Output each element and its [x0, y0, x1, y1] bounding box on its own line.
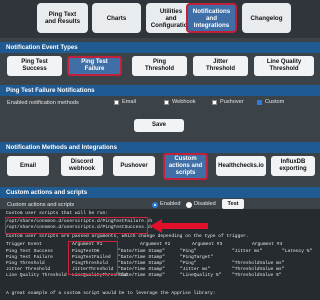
- args-note: Custom user scripts are passed arguments…: [6, 234, 249, 239]
- table-row: "Date/Time Stamp": [118, 255, 165, 260]
- annotation-arrow-icon: [150, 219, 208, 233]
- table-row: "LineQuality %": [180, 273, 222, 278]
- event-failure-button[interactable]: Ping Test Failure: [67, 56, 122, 76]
- save-button[interactable]: Save: [134, 119, 184, 132]
- email-checkbox-label: Email: [122, 99, 136, 105]
- table-row: Ping Threshold: [6, 261, 45, 266]
- custom-checkbox[interactable]: [257, 100, 262, 105]
- annotation-box-arguments: [68, 241, 118, 275]
- tab-ping-text-results[interactable]: Ping Text and Results: [37, 3, 88, 33]
- table-row: Jitter Threshold: [6, 267, 51, 272]
- tab-charts[interactable]: Charts: [92, 3, 141, 33]
- webhook-checkbox-label: Webhook: [172, 99, 196, 105]
- event-success-button[interactable]: Ping Test Success: [7, 56, 62, 76]
- test-button[interactable]: Test: [222, 199, 244, 209]
- enabled-radio-label: Enabled: [160, 201, 181, 207]
- scripts-intro: Custom user scripts that will be run:: [6, 211, 108, 216]
- table-row: "Jitter ms": [180, 267, 211, 272]
- table-row: "Ping": [180, 261, 197, 266]
- method-pushover-button[interactable]: Pushover: [113, 156, 155, 176]
- table-row: Ping Test Success: [6, 249, 53, 254]
- table-row: Line Quality Threshold: [6, 273, 67, 278]
- pushover-checkbox-label: Pushover: [220, 99, 244, 105]
- disabled-radio-label: Disabled: [194, 201, 216, 207]
- webhook-checkbox[interactable]: [164, 100, 169, 105]
- enabled-radio[interactable]: [152, 202, 158, 208]
- annotation-box-paths: [5, 217, 148, 234]
- tab-notifications-integrations[interactable]: Notifications and Integrations: [186, 3, 237, 33]
- tab-changelog[interactable]: Changelog: [242, 3, 291, 33]
- table-row: "Date/Time Stamp": [118, 261, 165, 266]
- event-ping-threshold-button[interactable]: Ping Threshold: [132, 56, 187, 76]
- col-header-arg2: Argument #2: [140, 242, 171, 247]
- custom-row-label: Custom actions and scripts: [7, 202, 75, 208]
- table-row: "PingTarget": [180, 255, 214, 260]
- disabled-radio[interactable]: [186, 202, 192, 208]
- method-influxdb-button[interactable]: InfluxDB exporting: [271, 156, 315, 176]
- section-methods: Notification Methods and Integrations: [0, 142, 320, 153]
- email-checkbox[interactable]: [114, 100, 119, 105]
- apprise-note: A great example of a custom script would…: [6, 291, 216, 296]
- pushover-checkbox[interactable]: [212, 100, 217, 105]
- table-row: "ThresholdValue ms": [232, 261, 285, 266]
- col-header-arg3: Argument #3: [192, 242, 223, 247]
- col-header-arg4: Argument #4: [252, 242, 283, 247]
- section-failure-notifications: Ping Test Failure Notifications: [0, 85, 320, 96]
- method-email-button[interactable]: Email: [7, 156, 49, 176]
- table-row: "Ping": [180, 249, 197, 254]
- section-event-types: Notification Event Types: [0, 42, 320, 53]
- table-row: "Date/Time Stamp": [118, 267, 165, 272]
- method-custom-scripts-button[interactable]: Custom actions and scripts: [163, 153, 208, 180]
- event-jitter-threshold-button[interactable]: Jitter Threshold: [193, 56, 248, 76]
- col-header-trigger: Trigger Event: [6, 242, 42, 247]
- method-healthchecks-button[interactable]: Healthchecks.io: [216, 156, 266, 176]
- method-discord-button[interactable]: Discord webhook: [61, 156, 103, 176]
- table-row: "ThresholdValue ms": [232, 267, 285, 272]
- table-row: Ping Test Failure: [6, 255, 53, 260]
- table-row: "Date/Time Stamp": [118, 273, 165, 278]
- custom-checkbox-label: Custom: [265, 99, 285, 105]
- event-line-quality-button[interactable]: Line Quality Threshold: [254, 56, 314, 76]
- enabled-methods-label: Enabled notification methods: [7, 100, 79, 106]
- table-row: "Date/Time Stamp": [118, 249, 165, 254]
- top-tab-bar: Ping Text and Results Charts Utilities a…: [0, 0, 320, 38]
- table-row: "Latency %": [282, 249, 313, 254]
- table-row: "ThresholdValue %": [232, 273, 282, 278]
- table-row: "Jitter ms": [232, 249, 263, 254]
- section-custom-scripts: Custom actions and scripts: [0, 187, 320, 198]
